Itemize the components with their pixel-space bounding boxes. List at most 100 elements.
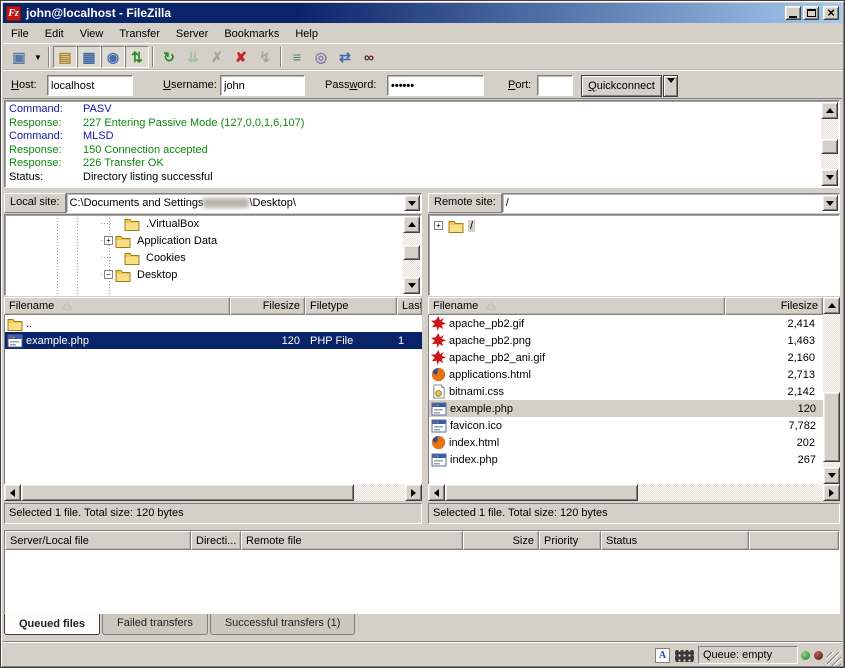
toggle-local-tree-button[interactable]: ▦ bbox=[77, 46, 101, 68]
column-header-filesize[interactable]: Filesize bbox=[725, 297, 823, 315]
column-header-status[interactable]: Status bbox=[601, 531, 749, 550]
quickconnect-dropdown[interactable] bbox=[663, 75, 678, 97]
scroll-up-button[interactable] bbox=[821, 102, 838, 119]
filter-button[interactable]: ≡ bbox=[285, 46, 309, 68]
column-header-filename[interactable]: Filename bbox=[4, 297, 230, 315]
scroll-left-button[interactable] bbox=[4, 484, 21, 501]
tree-item-cookies[interactable]: Cookies bbox=[101, 249, 421, 266]
tree-item-desktop[interactable]: − Desktop bbox=[101, 266, 421, 283]
file-row[interactable]: applications.html 2,713 bbox=[429, 366, 823, 383]
scroll-thumb[interactable] bbox=[821, 139, 838, 154]
column-header-filename[interactable]: Filename bbox=[428, 297, 725, 315]
scroll-down-button[interactable] bbox=[823, 467, 840, 484]
username-input[interactable] bbox=[220, 75, 305, 96]
log-scrollbar[interactable] bbox=[821, 102, 838, 186]
tree-item-root[interactable]: + / bbox=[434, 217, 839, 234]
password-input[interactable] bbox=[387, 75, 484, 96]
local-site-dropdown[interactable] bbox=[404, 195, 420, 211]
local-site-combo[interactable]: C:\Documents and Settings\Desktop\ bbox=[66, 193, 422, 213]
scroll-right-button[interactable] bbox=[405, 484, 422, 501]
process-queue-button[interactable]: ⇊ bbox=[181, 46, 205, 68]
resize-grip[interactable] bbox=[827, 652, 841, 666]
scroll-down-button[interactable] bbox=[403, 277, 420, 294]
tab-queued-files[interactable]: Queued files bbox=[4, 614, 100, 635]
close-button[interactable] bbox=[823, 6, 839, 20]
apache-feather-icon bbox=[431, 316, 446, 331]
column-header-filesize[interactable]: Filesize bbox=[230, 297, 305, 315]
speed-limits-icon[interactable] bbox=[675, 650, 694, 662]
scroll-down-button[interactable] bbox=[821, 169, 838, 186]
menu-bookmarks[interactable]: Bookmarks bbox=[216, 26, 287, 42]
file-row-example-php[interactable]: example.php 120 bbox=[429, 400, 823, 417]
disconnect-button[interactable]: ✘ bbox=[229, 46, 253, 68]
local-directory-tree: .VirtualBox + Application Data Cookies − bbox=[4, 214, 422, 296]
file-row[interactable]: apache_pb2_ani.gif 2,160 bbox=[429, 349, 823, 366]
php-file-icon bbox=[431, 402, 447, 416]
toggle-queue-button[interactable]: ⇅ bbox=[125, 46, 149, 68]
menu-view[interactable]: View bbox=[72, 26, 112, 42]
scroll-thumb[interactable] bbox=[21, 484, 354, 501]
tab-failed-transfers[interactable]: Failed transfers bbox=[102, 614, 208, 635]
scroll-right-button[interactable] bbox=[823, 484, 840, 501]
site-manager-button[interactable]: ▣ bbox=[7, 46, 31, 68]
scroll-up-button[interactable] bbox=[403, 216, 420, 233]
site-manager-dropdown[interactable]: ▼ bbox=[31, 46, 45, 68]
file-row-parent-dir[interactable]: .. bbox=[5, 315, 422, 332]
scroll-thumb[interactable] bbox=[823, 392, 840, 462]
scroll-thumb[interactable] bbox=[445, 484, 638, 501]
reconnect-button[interactable]: ↯ bbox=[253, 46, 277, 68]
column-header-size[interactable]: Size bbox=[463, 531, 539, 550]
scroll-left-button[interactable] bbox=[428, 484, 445, 501]
file-row[interactable]: apache_pb2.png 1,463 bbox=[429, 332, 823, 349]
quickconnect-button[interactable]: Quickconnect bbox=[581, 75, 662, 97]
scroll-up-button[interactable] bbox=[823, 297, 840, 314]
refresh-button[interactable]: ↻ bbox=[157, 46, 181, 68]
synchronized-browsing-button[interactable]: ⇄ bbox=[333, 46, 357, 68]
menu-help[interactable]: Help bbox=[287, 26, 326, 42]
cancel-operation-button[interactable]: ✗ bbox=[205, 46, 229, 68]
menu-file[interactable]: File bbox=[3, 26, 37, 42]
tree-item-virtualbox[interactable]: .VirtualBox bbox=[101, 215, 421, 232]
column-header-direction[interactable]: Directi... bbox=[191, 531, 241, 550]
column-header-priority[interactable]: Priority bbox=[539, 531, 601, 550]
local-hscrollbar[interactable] bbox=[4, 484, 422, 501]
file-row[interactable]: index.html 202 bbox=[429, 434, 823, 451]
column-header-remote-file[interactable]: Remote file bbox=[241, 531, 463, 550]
remote-site-dropdown[interactable] bbox=[822, 195, 838, 211]
remote-hscrollbar[interactable] bbox=[428, 484, 840, 501]
column-header-server-local-file[interactable]: Server/Local file bbox=[5, 531, 191, 550]
local-tree-scrollbar[interactable] bbox=[403, 216, 420, 294]
tab-successful-transfers[interactable]: Successful transfers (1) bbox=[210, 614, 356, 635]
toggle-message-log-button[interactable]: ▤ bbox=[53, 46, 77, 68]
collapse-icon[interactable]: − bbox=[104, 270, 113, 279]
host-input[interactable] bbox=[47, 75, 133, 96]
minimize-button[interactable] bbox=[785, 6, 801, 20]
file-row[interactable]: apache_pb2.gif 2,414 bbox=[429, 315, 823, 332]
port-input[interactable] bbox=[537, 75, 573, 96]
maximize-button[interactable] bbox=[803, 6, 819, 20]
menu-transfer[interactable]: Transfer bbox=[111, 26, 168, 42]
file-row[interactable]: index.php 267 bbox=[429, 451, 823, 468]
menu-server[interactable]: Server bbox=[168, 26, 216, 42]
transfer-type-ascii-icon[interactable]: A bbox=[655, 648, 670, 663]
maximize-icon bbox=[807, 9, 816, 17]
remote-vscrollbar[interactable] bbox=[823, 297, 840, 484]
directory-comparison-button[interactable]: ◎ bbox=[309, 46, 333, 68]
expand-icon[interactable]: + bbox=[434, 221, 443, 230]
file-row[interactable]: favicon.ico 7,782 bbox=[429, 417, 823, 434]
column-header-last-modified[interactable]: Last modified bbox=[397, 297, 422, 315]
binoculars-icon: ∞ bbox=[364, 49, 374, 65]
find-files-button[interactable]: ∞ bbox=[357, 46, 381, 68]
scroll-thumb[interactable] bbox=[403, 245, 420, 260]
remote-site-combo[interactable]: / bbox=[502, 193, 840, 213]
expand-icon[interactable]: + bbox=[104, 236, 113, 245]
tree-item-application-data[interactable]: + Application Data bbox=[101, 232, 421, 249]
menu-edit[interactable]: Edit bbox=[37, 26, 72, 42]
arrow-up-icon bbox=[408, 222, 416, 227]
column-header-filetype[interactable]: Filetype bbox=[305, 297, 397, 315]
file-row[interactable]: bitnami.css 2,142 bbox=[429, 383, 823, 400]
file-row-example-php[interactable]: example.php 120 PHP File 1 bbox=[5, 332, 422, 349]
toggle-remote-tree-button[interactable]: ◉ bbox=[101, 46, 125, 68]
site-manager-icon: ▣ bbox=[12, 49, 25, 66]
filezilla-window: Fz john@localhost - FileZilla File Edit … bbox=[0, 0, 845, 668]
